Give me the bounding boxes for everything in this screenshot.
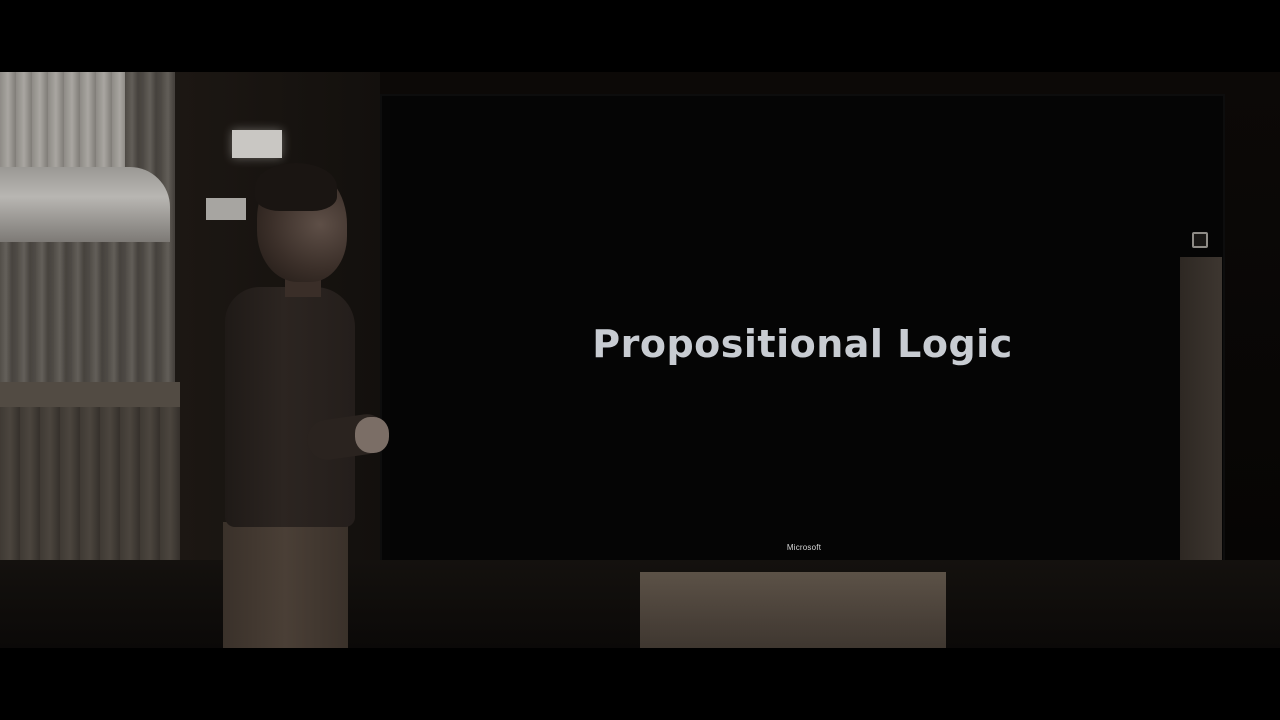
screen-brand-logo: Microsoft xyxy=(786,543,822,552)
video-frame: Propositional Logic Microsoft xyxy=(0,0,1280,720)
letterbox-bottom xyxy=(0,648,1280,720)
presenter-hair xyxy=(255,163,337,211)
presenter-hand xyxy=(355,417,389,453)
wall-switch xyxy=(1192,232,1208,248)
lecture-scene: Propositional Logic Microsoft xyxy=(0,72,1280,648)
presenter xyxy=(215,163,395,648)
column-capital xyxy=(0,167,170,242)
podium xyxy=(640,572,946,648)
projection-screen: Propositional Logic xyxy=(380,94,1225,562)
presenter-legs xyxy=(223,522,348,648)
wood-rail xyxy=(0,382,180,410)
column-shaft xyxy=(0,72,125,167)
presenter-torso xyxy=(225,287,355,527)
letterbox-top xyxy=(0,0,1280,72)
slide-title: Propositional Logic xyxy=(592,322,1013,366)
right-wall-panel xyxy=(1180,257,1222,562)
wall-light xyxy=(232,130,282,158)
